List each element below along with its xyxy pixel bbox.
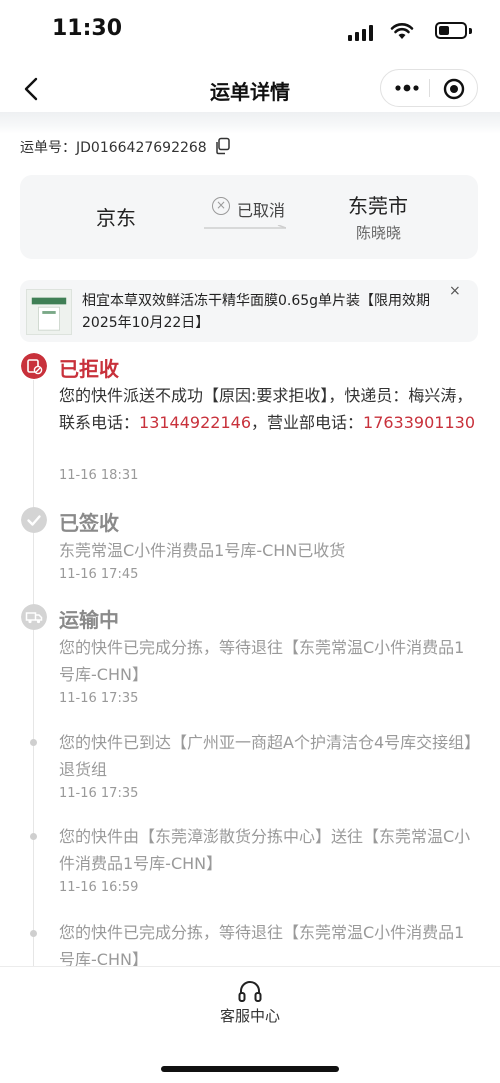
capsule-divider	[429, 79, 430, 97]
more-dots-icon[interactable]	[395, 82, 419, 94]
battery-cap	[469, 28, 472, 34]
product-title: 相宜本草双效鲜活冻干精华面膜0.65g单片装【限用效期2025年10月22日】	[82, 293, 431, 331]
signed-check-icon	[21, 507, 47, 533]
event-detail: 您的快件已完成分拣，等待退往【东莞常温C小件消费品1号库-CHN】	[59, 923, 465, 969]
event-status-signed: 已签收	[59, 511, 119, 535]
waybill-number: 运单号：JD0166427692268	[20, 140, 207, 156]
branch-phone-link[interactable]: 17633901130	[363, 413, 475, 432]
route-status: 已取消	[237, 201, 286, 220]
event-time: 11-16 17:35	[59, 691, 139, 706]
courier-phone-link[interactable]: 13144922146	[139, 413, 251, 432]
timeline-dot	[30, 833, 37, 840]
wifi-icon	[390, 23, 414, 39]
home-indicator	[161, 1066, 339, 1072]
event-detail: 您的快件已到达【广州亚一商超A个护清洁仓4号库交接组】退货组	[59, 733, 473, 779]
status-time: 11:30	[52, 16, 123, 41]
cellular-signal-icon	[348, 25, 373, 41]
mini-program-capsule	[380, 69, 478, 107]
event-detail: 您的快件已完成分拣，等待退往【东莞常温C小件消费品1号库-CHN】	[59, 638, 465, 684]
event-detail: 您的快件由【东莞漳澎散货分拣中心】送往【东莞常温C小件消费品1号库-CHN】	[59, 827, 471, 873]
timeline-line	[33, 380, 34, 970]
rejected-icon	[21, 353, 47, 379]
cancelled-icon: ×	[212, 197, 230, 215]
headset-icon[interactable]	[236, 978, 264, 1006]
receiver-city: 东莞市	[348, 194, 408, 218]
customer-service-button[interactable]: 客服中心	[0, 1005, 500, 1026]
event-time: 11-16 17:35	[59, 786, 139, 801]
copy-icon[interactable]	[214, 137, 232, 155]
product-close-button[interactable]: ×	[449, 283, 461, 299]
close-mini-program-icon[interactable]	[442, 77, 466, 101]
timeline-dot	[30, 739, 37, 746]
event-text: ，营业部电话：	[251, 413, 364, 432]
battery-icon	[435, 22, 467, 39]
route-arrow-icon	[204, 225, 286, 229]
event-status-rejected: 已拒收	[59, 357, 119, 381]
map-background-strip	[0, 112, 500, 134]
event-status-transit: 运输中	[59, 608, 119, 632]
event-time: 11-16 16:59	[59, 880, 139, 895]
event-detail-rejected: 您的快件派送不成功【原因:要求拒收】，快递员：梅兴涛，联系电话：13144922…	[59, 382, 479, 436]
event-detail: 东莞常温C小件消费品1号库-CHN已收货	[59, 541, 346, 560]
event-time: 11-16 18:31	[59, 468, 139, 483]
timeline-dot	[30, 930, 37, 937]
event-time: 11-16 17:45	[59, 567, 139, 582]
product-thumbnail	[26, 289, 72, 335]
sender-name: 京东	[96, 206, 136, 230]
receiver-name: 陈晓晓	[356, 224, 402, 242]
truck-icon	[21, 604, 47, 630]
